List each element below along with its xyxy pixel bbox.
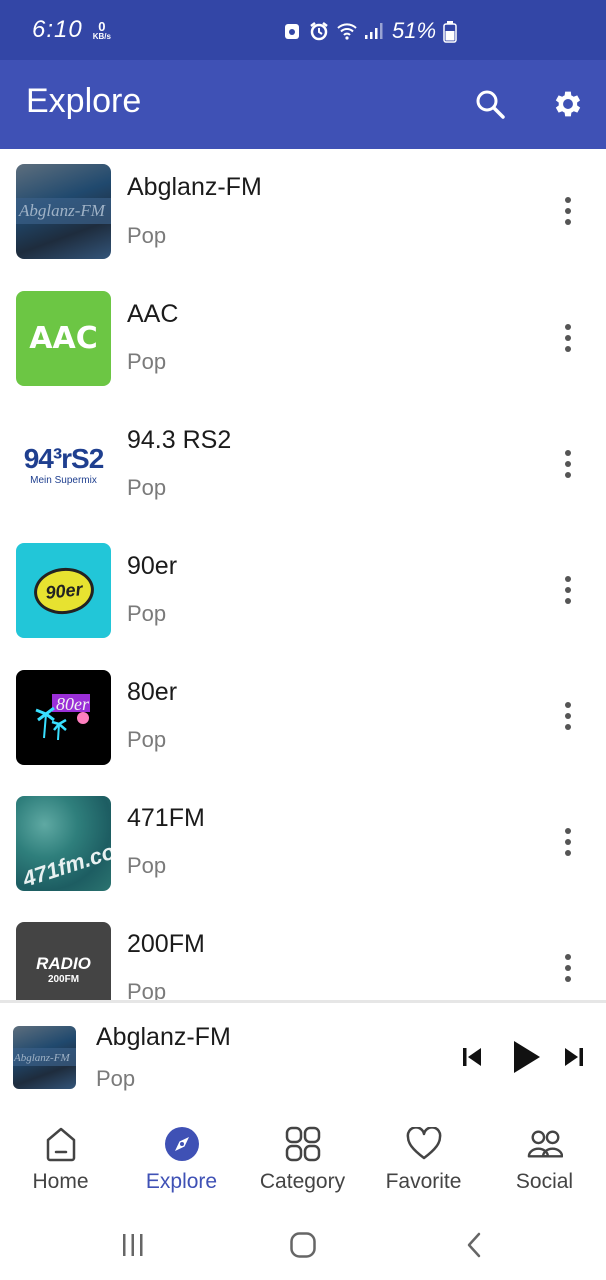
more-options-button[interactable]: [556, 444, 580, 484]
settings-gear-icon: [555, 91, 581, 117]
now-playing-name: Abglanz-FM: [96, 1023, 231, 1051]
nav-item-explore[interactable]: Explore: [121, 1108, 242, 1208]
more-options-button[interactable]: [556, 948, 580, 988]
play-button[interactable]: [506, 1035, 546, 1079]
nav-label: Category: [259, 1170, 346, 1193]
station-logo: 90er: [16, 543, 111, 638]
station-genre: Pop: [127, 979, 167, 1002]
station-logo-subtext: Mein Supermix: [30, 475, 97, 486]
nav-label: Social: [515, 1170, 574, 1193]
play-icon: [514, 1041, 540, 1073]
station-genre: Pop: [127, 727, 167, 752]
settings-button[interactable]: [548, 84, 588, 124]
mini-player[interactable]: Abglanz-FM Abglanz-FM Pop: [0, 1003, 606, 1108]
station-name: 80er: [127, 678, 178, 706]
skip-next-button[interactable]: [558, 1041, 590, 1073]
station-logo: AAC: [16, 291, 111, 386]
nav-item-home[interactable]: Home: [0, 1108, 121, 1208]
back-icon: [467, 1232, 481, 1258]
station-logo-subtext: 200FM: [47, 974, 80, 985]
skip-previous-icon: [463, 1048, 481, 1066]
now-playing-logo-text: Abglanz-FM: [13, 1052, 70, 1064]
system-navigation-bar: [0, 1208, 606, 1280]
status-bar: 6:10 0 KB/s 51%: [0, 0, 606, 60]
skip-next-icon: [565, 1048, 583, 1066]
heart-icon: [406, 1126, 442, 1162]
station-logo-text: Abglanz-FM: [18, 201, 106, 220]
station-logo-text: 94³rS2: [23, 443, 105, 474]
people-icon: [527, 1126, 563, 1162]
battery-icon: [443, 21, 457, 43]
more-options-button[interactable]: [556, 191, 580, 231]
recents-button[interactable]: [113, 1228, 153, 1262]
station-logo-text: 90er: [43, 578, 83, 602]
home-circle-icon: [290, 1232, 316, 1258]
station-genre: Pop: [127, 475, 167, 500]
station-genre: Pop: [127, 853, 167, 878]
recents-icon: [123, 1234, 143, 1256]
nav-item-favorite[interactable]: Favorite: [363, 1108, 484, 1208]
station-logo-text: 471fm.com: [19, 832, 111, 891]
signal-icon: [363, 21, 383, 41]
wifi-icon: [336, 21, 357, 41]
nav-label: Favorite: [385, 1170, 462, 1193]
more-options-button[interactable]: [556, 822, 580, 862]
station-logo: 471fm.com: [16, 796, 111, 891]
nav-label: Explore: [145, 1170, 218, 1193]
station-logo-text: RADIO: [36, 954, 91, 973]
station-genre: Pop: [127, 223, 167, 248]
search-button[interactable]: [470, 84, 510, 124]
station-row[interactable]: 471fm.com 471FM Pop: [0, 779, 606, 905]
station-logo-text: 80er: [56, 694, 90, 714]
skip-previous-button[interactable]: [456, 1041, 488, 1073]
nav-label: Home: [32, 1170, 89, 1193]
compass-icon: [164, 1126, 200, 1162]
station-row[interactable]: 90er 90er Pop: [0, 527, 606, 653]
system-home-button[interactable]: [283, 1228, 323, 1262]
network-speed: 0 KB/s: [93, 20, 111, 41]
station-row[interactable]: 94³rS2 Mein Supermix 94.3 RS2 Pop: [0, 401, 606, 527]
back-button[interactable]: [454, 1228, 494, 1262]
now-playing-genre: Pop: [96, 1066, 136, 1091]
station-name: 471FM: [127, 804, 205, 832]
status-icons: 51%: [282, 18, 457, 44]
alarm-icon: [309, 21, 329, 41]
nav-item-category[interactable]: Category: [242, 1108, 363, 1208]
now-playing-logo: Abglanz-FM: [13, 1026, 76, 1089]
category-grid-icon: [285, 1126, 321, 1162]
search-icon: [476, 90, 505, 119]
lock-icon: [282, 21, 302, 41]
station-logo: Abglanz-FM: [16, 164, 111, 259]
bottom-navigation: Home Explore Category Favorite Social: [0, 1108, 606, 1208]
station-genre: Pop: [127, 601, 167, 626]
station-name: 94.3 RS2: [127, 426, 232, 454]
station-name: 200FM: [127, 930, 205, 958]
page-title: Explore: [26, 82, 142, 120]
station-row[interactable]: RADIO 200FM 200FM Pop: [0, 905, 606, 1002]
station-logo: 94³rS2 Mein Supermix: [16, 417, 111, 512]
more-options-button[interactable]: [556, 696, 580, 736]
station-name: 90er: [127, 552, 178, 580]
station-genre: Pop: [127, 349, 167, 374]
station-row[interactable]: 80er 80er Pop: [0, 653, 606, 779]
station-name: AAC: [127, 300, 179, 328]
station-logo: RADIO 200FM: [16, 922, 111, 1002]
more-options-button[interactable]: [556, 318, 580, 358]
station-row[interactable]: Abglanz-FM Abglanz-FM Pop: [0, 149, 606, 275]
network-speed-value: 0: [98, 18, 106, 34]
station-name: Abglanz-FM: [127, 173, 262, 201]
battery-percent: 51%: [392, 18, 437, 43]
nav-item-social[interactable]: Social: [484, 1108, 605, 1208]
station-list[interactable]: Abglanz-FM Abglanz-FM Pop AAC AAC Pop 94…: [0, 149, 606, 1002]
more-options-button[interactable]: [556, 570, 580, 610]
network-speed-unit: KB/s: [92, 31, 111, 41]
station-logo: 80er: [16, 670, 111, 765]
status-time: 6:10: [32, 16, 83, 43]
home-icon: [43, 1126, 79, 1162]
station-row[interactable]: AAC AAC Pop: [0, 275, 606, 401]
app-bar: Explore: [0, 60, 606, 149]
station-logo-text: AAC: [29, 321, 98, 356]
